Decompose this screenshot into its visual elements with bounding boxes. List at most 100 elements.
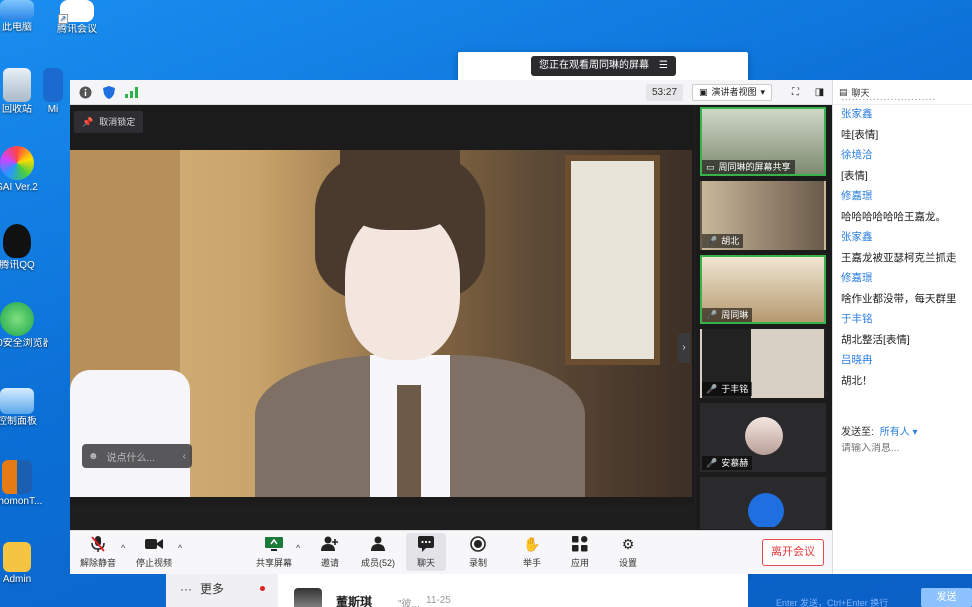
- more-label: 更多: [200, 582, 225, 596]
- unpin-label: 取消锁定: [99, 117, 136, 127]
- meeting-window: 53:27 ▣ 演讲者视图 ▾ ⛶ ◨ 📌 取消锁定 ☻ 说点什么... ‹ ›…: [70, 80, 972, 574]
- members-button[interactable]: 成员(52): [356, 533, 400, 569]
- shortcut-arrow-icon: ↗: [58, 14, 68, 24]
- mute-options-caret[interactable]: ^: [121, 543, 125, 553]
- browser-360-icon[interactable]: 360安全浏览器: [0, 302, 48, 350]
- chat-message-input[interactable]: [841, 443, 961, 454]
- chat-message-text: [表情]: [841, 169, 868, 182]
- participant-name: 🎤 于丰铭: [702, 382, 753, 396]
- participant-tile[interactable]: 🎤 安慕赫: [700, 403, 826, 472]
- shield-icon[interactable]: [101, 85, 116, 100]
- chat-message: 修嘉璟 啥作业都没带，每天群里: [841, 268, 972, 309]
- microphone-muted-icon: [89, 535, 107, 553]
- shomont-icon[interactable]: ShomonT...: [0, 460, 48, 508]
- chat-message: 于丰铭 胡北整活[表情]: [841, 309, 972, 350]
- edge-icon[interactable]: Mi: [38, 68, 68, 116]
- admin-folder-icon[interactable]: Admin: [0, 542, 48, 586]
- chat-message-text: 啥作业都没带，每天群里: [841, 292, 957, 305]
- chat-panel: ▤ 聊天 ··························· 张家鑫 哇[表…: [832, 80, 972, 574]
- info-icon[interactable]: [78, 85, 93, 100]
- chat-message-sender: 修嘉璟: [841, 190, 873, 202]
- participant-tile[interactable]: ▭ 周同琳的屏幕共享: [700, 107, 826, 176]
- chat-button[interactable]: 聊天: [406, 533, 446, 571]
- apps-button[interactable]: 应用: [560, 533, 600, 569]
- contact-date: 11-25: [426, 595, 451, 606]
- apps-grid-icon: [571, 535, 589, 553]
- participant-avatar: [745, 417, 783, 455]
- chat-bubble-icon: [417, 535, 435, 553]
- video-options-caret[interactable]: ^: [178, 543, 182, 553]
- invite-button[interactable]: 邀请: [310, 533, 350, 569]
- members-icon: [369, 535, 387, 553]
- send-shortcut-hint: Enter 发送，Ctrl+Enter 换行: [776, 598, 889, 607]
- recipient-select[interactable]: 所有人 ▾: [880, 423, 918, 438]
- pin-icon: 📌: [82, 117, 94, 127]
- chat-message-sender: 修嘉璟: [841, 272, 873, 284]
- participant-name: 🎤 安慕赫: [702, 456, 753, 470]
- tencent-meeting-icon[interactable]: ↗ 腾讯会议: [46, 0, 108, 36]
- panel-layout-icon[interactable]: ◨: [812, 85, 827, 100]
- screen-sharing-banner: 您正在观看周同琳的屏幕 ☰: [531, 56, 676, 76]
- participant-strip: ▭ 周同琳的屏幕共享 🎤 胡北 🎤 周同琳 🎤 于丰铭 🎤 安慕赫: [696, 105, 832, 530]
- chevron-down-icon: ▾: [760, 87, 766, 97]
- chat-message-sender: 于丰铭: [841, 313, 873, 325]
- chat-message: 张家鑫 哇[表情]: [841, 104, 972, 145]
- collapse-strip-handle[interactable]: ›: [678, 333, 690, 363]
- sai-icon[interactable]: SAI Ver.2: [0, 146, 48, 194]
- participant-name: 🎤 胡北: [702, 234, 744, 248]
- chevron-left-icon[interactable]: ‹: [183, 451, 186, 462]
- main-video-stage: 📌 取消锁定 ☻ 说点什么... ‹ ›: [70, 105, 694, 505]
- control-panel-icon[interactable]: 控制面板: [0, 388, 48, 428]
- participant-name: ▭ 周同琳的屏幕共享: [702, 160, 795, 174]
- unpin-button[interactable]: 📌 取消锁定: [74, 111, 144, 133]
- participant-tile[interactable]: [700, 477, 826, 529]
- microphone-icon: 🎤: [706, 310, 718, 320]
- participant-tile[interactable]: 🎤 胡北: [700, 181, 826, 250]
- share-options-caret[interactable]: ^: [296, 543, 300, 553]
- signal-strength-icon[interactable]: [124, 85, 139, 100]
- chat-message: 张家鑫 王嘉龙被亚瑟柯克兰抓走: [841, 227, 972, 268]
- meeting-topbar: 53:27 ▣ 演讲者视图 ▾ ⛶ ◨: [70, 80, 832, 105]
- mute-button[interactable]: 解除静音: [78, 533, 118, 569]
- settings-button[interactable]: ⚙ 设置: [608, 533, 648, 569]
- contact-name: 董斯琪: [336, 595, 373, 607]
- view-mode-label: 演讲者视图: [711, 87, 757, 97]
- share-screen-icon: [265, 535, 283, 553]
- chat-message-sender: 徐境洽: [841, 149, 873, 161]
- contact-preview: "彼...: [398, 599, 420, 607]
- screen-share-icon: ▭: [706, 162, 715, 172]
- chat-message-sender: 张家鑫: [841, 231, 873, 243]
- participant-avatar: [748, 493, 784, 527]
- raise-hand-button[interactable]: ✋ 举手: [512, 533, 552, 569]
- more-dots-icon: ···: [180, 581, 192, 596]
- chat-message-list[interactable]: ··························· 张家鑫 哇[表情] 徐境…: [841, 94, 972, 391]
- participant-tile[interactable]: 🎤 于丰铭: [700, 329, 826, 398]
- participant-name: 🎤 周同琳: [702, 308, 753, 322]
- sharing-banner-text: 您正在观看周同琳的屏幕: [539, 60, 649, 71]
- speaker-view-icon: ▣: [699, 87, 708, 97]
- hand-icon: ✋: [523, 535, 541, 552]
- record-button[interactable]: 录制: [458, 533, 498, 569]
- chat-message-sender: 吕晓冉: [841, 354, 873, 366]
- leave-meeting-button[interactable]: 离开会议: [762, 539, 824, 566]
- chat-message-text: ···························: [841, 94, 936, 104]
- fullscreen-icon[interactable]: ⛶: [788, 85, 803, 100]
- this-pc-icon[interactable]: 此电脑: [0, 0, 48, 34]
- meeting-timer: 53:27: [646, 84, 684, 101]
- participant-tile[interactable]: 🎤 周同琳: [700, 255, 826, 324]
- emoji-icon[interactable]: ☻: [88, 451, 99, 462]
- menu-icon[interactable]: ☰: [659, 56, 668, 76]
- floating-chat-placeholder: 说点什么...: [106, 452, 155, 464]
- stop-video-button[interactable]: 停止视频: [134, 533, 174, 569]
- chat-message-sender: 张家鑫: [841, 108, 873, 120]
- qq-icon[interactable]: 腾讯QQ: [0, 224, 48, 272]
- share-screen-button[interactable]: 共享屏幕: [254, 533, 294, 569]
- floating-chat-input[interactable]: ☻ 说点什么... ‹: [82, 444, 192, 468]
- microphone-icon: 🎤: [706, 236, 718, 246]
- more-menu[interactable]: ··· 更多: [166, 570, 278, 607]
- chat-message-text: 哈哈哈哈哈哈王嘉龙。: [841, 210, 946, 223]
- view-mode-select[interactable]: ▣ 演讲者视图 ▾: [692, 84, 773, 101]
- chat-message-text: 王嘉龙被亚瑟柯克兰抓走: [841, 251, 957, 264]
- send-button[interactable]: 发送: [921, 588, 972, 607]
- chat-message-text: 胡北！: [841, 374, 873, 387]
